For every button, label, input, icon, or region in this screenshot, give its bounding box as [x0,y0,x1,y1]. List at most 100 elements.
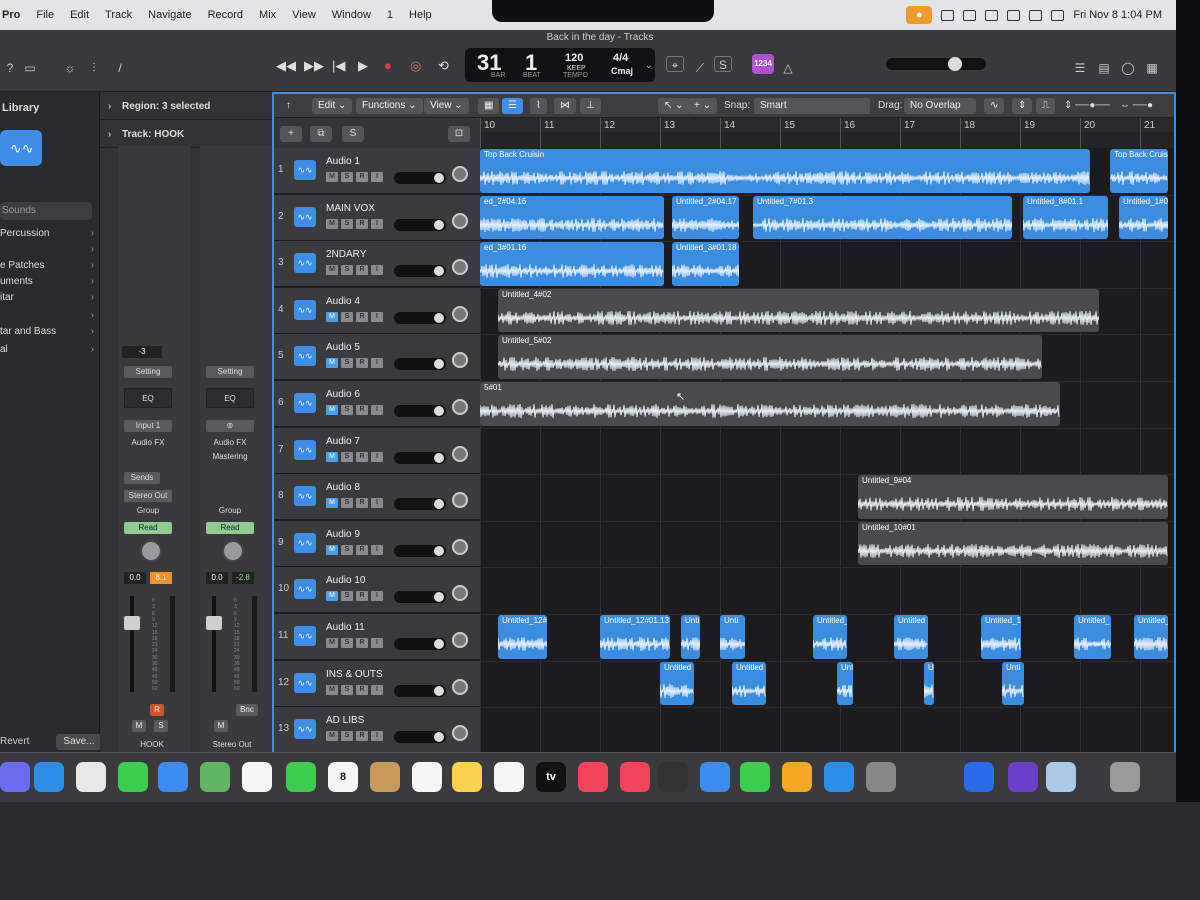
mute-button[interactable]: M [326,731,338,742]
track-volume-slider[interactable] [394,498,446,511]
track-volume-slider[interactable] [394,544,446,557]
automation-read-button[interactable]: Read [206,522,254,534]
mastering-plugin[interactable]: Mastering [194,452,266,461]
dock-tv-icon[interactable]: tv [536,762,566,792]
record-enable-button[interactable]: R [356,172,368,182]
track-pan-knob[interactable] [452,399,468,415]
track-pan-knob[interactable] [452,538,468,555]
audio-region[interactable]: Untitled [732,661,766,706]
input-monitor-button[interactable]: I [371,265,383,276]
input-monitor-button[interactable]: I [371,498,383,509]
save-button[interactable]: Save... [56,734,102,750]
audio-region[interactable]: Unti [837,661,853,706]
menu-edit[interactable]: Edit [62,9,97,21]
track-header[interactable]: 12 ∿∿ INS & OUTS M S R I [274,660,482,707]
audio-region[interactable]: Untitled_1 [981,615,1021,659]
track-header[interactable]: 10 ∿∿ Audio 10 M S R I [274,567,482,614]
track-name[interactable]: Audio 10 [326,575,365,586]
track-header[interactable]: 2 ∿∿ MAIN VOX M S R I [274,194,482,241]
brightness-icon[interactable]: ☼ [60,58,80,78]
volume-fader[interactable] [124,596,140,692]
library-search-input[interactable]: Sounds [0,202,92,220]
dock-mail-icon[interactable] [158,762,188,792]
track-pan-knob[interactable] [452,585,468,602]
dock-launchpad-icon[interactable] [0,762,30,792]
audio-region[interactable]: U [924,661,934,706]
solo-button[interactable]: S [341,311,353,322]
library-item-guitar[interactable]: itar › [0,290,98,306]
drag-select[interactable]: No Overlap [904,98,976,114]
audio-region[interactable]: Unti [720,615,745,659]
audio-region[interactable]: Unti [1002,661,1024,706]
region-inspector-header[interactable]: › Region: 3 selected [100,94,272,120]
track-volume-knob[interactable] [434,359,444,370]
solo-button[interactable]: S [341,218,353,229]
menu-file[interactable]: File [28,9,62,21]
record-enable-button[interactable]: R [356,311,368,322]
dock-system-settings-icon[interactable] [866,762,896,792]
track-inspector-header[interactable]: › Track: HOOK [100,122,272,148]
menu-mix[interactable]: Mix [251,9,284,21]
volume-fader-cap[interactable] [206,616,222,630]
track-name[interactable]: Audio 9 [326,529,360,540]
dock-contacts-icon[interactable] [370,762,400,792]
mute-button[interactable]: M [326,358,338,369]
track-volume-slider[interactable] [394,684,446,697]
library-item-patches[interactable]: e Patches › [0,258,98,274]
track-volume-knob[interactable] [434,685,444,696]
audio-region[interactable]: Untitled_ [1074,615,1111,659]
horizontal-zoom-slider[interactable]: ⇔ ──● [1120,98,1153,114]
solo-button[interactable]: S [341,265,353,276]
mute-button[interactable]: M [214,720,228,732]
track-volume-knob[interactable] [434,452,444,463]
dock-trash-icon[interactable] [1110,762,1140,792]
waveform-icon[interactable]: ∿∿ [294,299,316,320]
mute-button[interactable]: M [326,265,338,276]
input-gain-value[interactable]: -3 [122,346,162,358]
solo-button[interactable]: S [341,591,353,602]
waveform-zoom-icon[interactable]: ∿ [984,98,1005,114]
mute-button[interactable]: M [326,684,338,695]
group-label[interactable]: Group [194,506,266,515]
audio-region[interactable]: 5#01 [480,382,1060,426]
record-enable-button[interactable]: R [356,218,368,229]
eq-button[interactable]: EQ [124,388,172,408]
output-button[interactable]: Stereo Out [124,490,172,502]
audio-region[interactable]: Unti [681,615,700,659]
menu-app-name[interactable]: Pro [0,9,28,21]
audio-region[interactable]: Untitled_5#02 [498,335,1042,379]
setting-button[interactable]: Setting [206,366,254,378]
audio-region[interactable]: Top Back Cruisin [1110,149,1168,193]
track-volume-slider[interactable] [394,638,446,650]
track-pan-knob[interactable] [452,632,468,648]
dock-messages-icon[interactable] [118,762,148,792]
track-volume-knob[interactable] [434,219,444,230]
audio-region[interactable]: Untitled_12# [498,615,547,659]
record-enable-button[interactable]: R [356,265,368,276]
track-volume-knob[interactable] [434,545,444,556]
input-monitor-button[interactable]: I [371,638,383,648]
inbox-icon[interactable]: ▭ [20,58,40,78]
dock-imovie-icon[interactable] [1008,762,1038,792]
track-volume-knob[interactable] [434,592,444,603]
solo-button[interactable]: S [341,731,353,742]
dock-notes-icon[interactable] [452,762,482,792]
track-volume-slider[interactable] [394,358,446,371]
audio-region[interactable]: Untitled_ [813,615,847,659]
menu-record[interactable]: Record [200,9,251,21]
vertical-zoom-icon[interactable]: ⇕ [1012,98,1033,114]
menu-1[interactable]: 1 [379,9,401,21]
menu-navigate[interactable]: Navigate [140,9,199,21]
mute-button[interactable]: M [326,218,338,229]
functions-menu[interactable]: Functions ⌄ [356,98,423,114]
track-name[interactable]: MAIN VOX [326,203,375,214]
snap-select[interactable]: Smart [754,98,870,114]
catch-playhead-icon[interactable]: ⎍ [1036,98,1055,114]
dock-keynote-icon[interactable] [700,762,730,792]
solo-button[interactable]: S [341,405,353,415]
vertical-zoom-slider[interactable]: ⇕ ──●── [1064,98,1110,114]
dock-preview-icon[interactable] [1046,762,1076,792]
track-header[interactable]: 4 ∿∿ Audio 4 MSRI [274,287,482,334]
solo-button[interactable]: S [341,684,353,695]
track-header[interactable]: 9 ∿∿ Audio 9 MSRI [274,520,482,567]
